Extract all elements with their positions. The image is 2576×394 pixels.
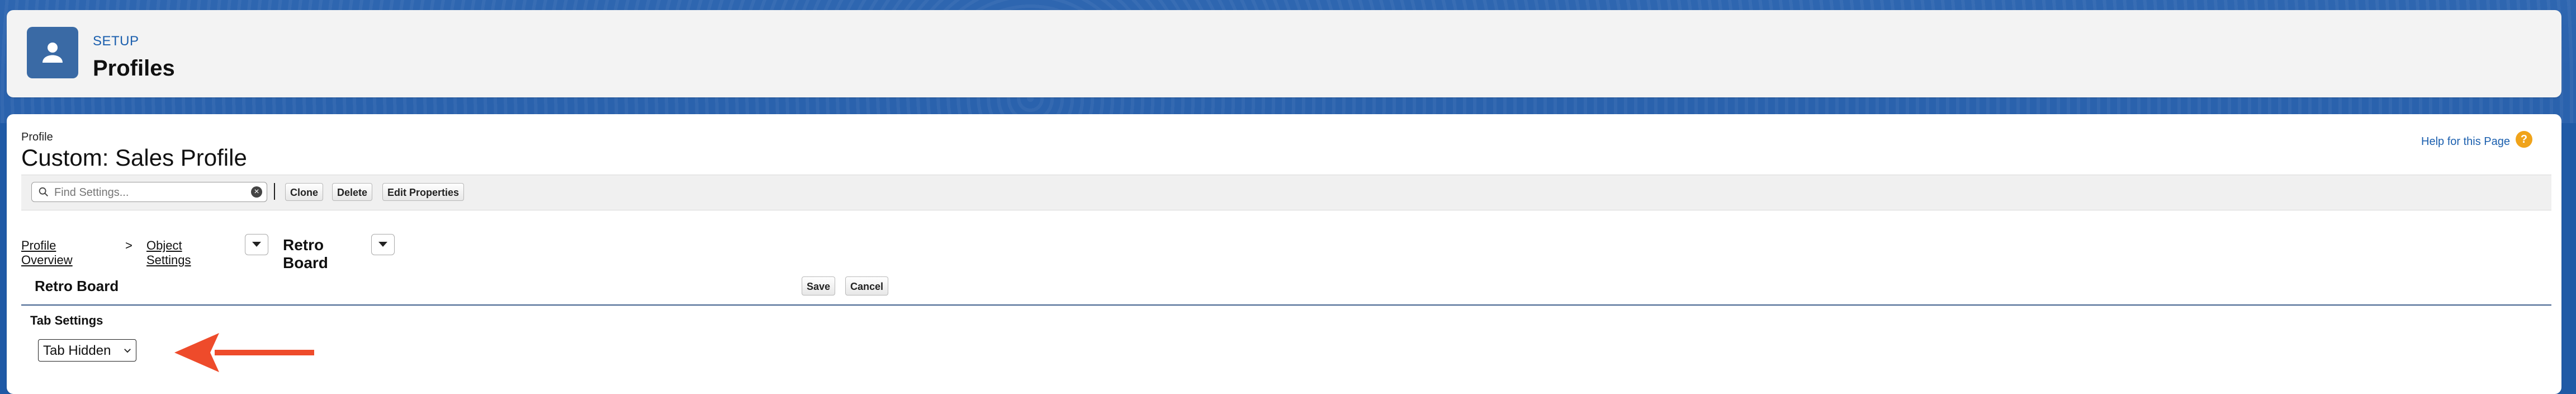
object-settings-dropdown[interactable]: [245, 234, 268, 255]
retro-board-dropdown[interactable]: [371, 234, 395, 255]
header-eyebrow: SETUP: [93, 34, 139, 49]
tab-visibility-select[interactable]: Tab Hidden: [38, 339, 136, 362]
save-button[interactable]: Save: [802, 276, 836, 296]
section-header: Retro Board Save Cancel: [21, 269, 2551, 306]
page-title: Profiles: [93, 56, 175, 81]
user-icon: [27, 27, 78, 78]
setup-header: SETUP Profiles: [7, 10, 2561, 97]
edit-properties-button[interactable]: Edit Properties: [382, 183, 465, 201]
profile-title: Custom: Sales Profile: [21, 144, 247, 171]
breadcrumb-object-settings[interactable]: Object Settings: [146, 238, 191, 268]
main-card: Profile Custom: Sales Profile Help for t…: [7, 114, 2561, 394]
search-icon: [39, 187, 48, 196]
search-box[interactable]: ×: [31, 182, 267, 202]
find-settings-input[interactable]: [53, 185, 240, 200]
breadcrumb-separator: >: [125, 238, 132, 252]
chevron-down-icon: [124, 349, 131, 353]
toolbar: × Clone Delete Edit Properties: [21, 175, 2551, 210]
delete-button[interactable]: Delete: [332, 183, 373, 201]
chevron-down-icon: [252, 242, 261, 247]
tab-visibility-value: Tab Hidden: [43, 343, 111, 358]
clear-search-icon[interactable]: ×: [251, 186, 262, 198]
breadcrumb-profile-overview[interactable]: Profile Overview: [21, 238, 73, 268]
breadcrumb-current: Retro Board: [283, 236, 328, 271]
help-link[interactable]: Help for this Page: [2421, 135, 2510, 148]
help-icon[interactable]: ?: [2516, 131, 2532, 148]
toolbar-separator: [274, 183, 275, 200]
annotation-arrow-icon: [174, 333, 314, 372]
chevron-down-icon: [378, 242, 387, 247]
tab-settings-label: Tab Settings: [30, 313, 103, 327]
cancel-button[interactable]: Cancel: [845, 276, 889, 296]
profile-label: Profile: [21, 131, 53, 143]
section-title: Retro Board: [35, 278, 119, 294]
clone-button[interactable]: Clone: [285, 183, 324, 201]
